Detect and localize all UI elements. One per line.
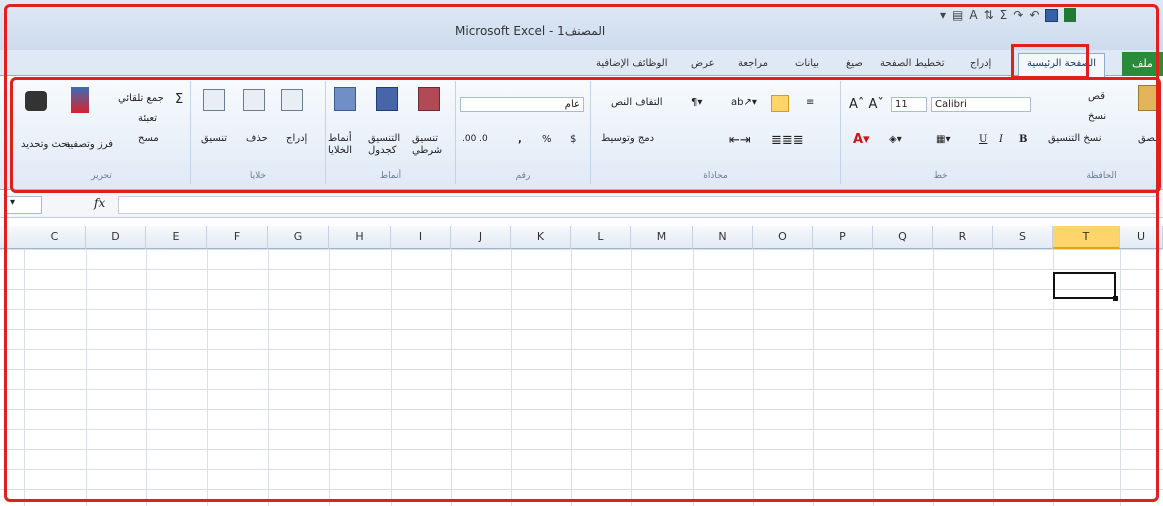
ribbon-highlight	[10, 77, 1161, 193]
home-tab-highlight	[1011, 44, 1089, 79]
